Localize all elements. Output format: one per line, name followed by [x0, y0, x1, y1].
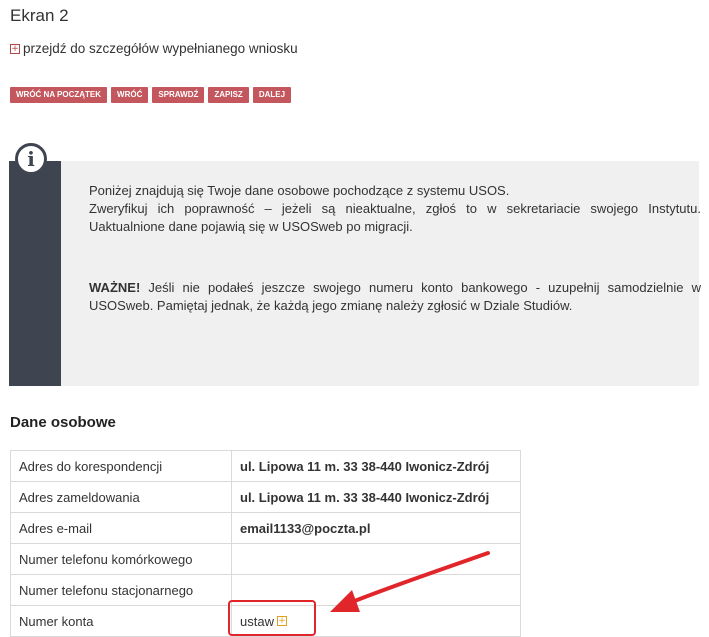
table-row: Adres do korespondencji ul. Lipowa 11 m.…	[10, 450, 521, 482]
info-panel: i Poniżej znajdują się Twoje dane osobow…	[9, 143, 701, 386]
row-label: Numer telefonu komórkowego	[10, 543, 232, 575]
navigation-buttons: WRÓĆ NA POCZĄTEK WRÓĆ SPRAWDŹ ZAPISZ DAL…	[10, 87, 292, 103]
back-to-start-button[interactable]: WRÓĆ NA POCZĄTEK	[10, 87, 108, 103]
row-value: ul. Lipowa 11 m. 33 38-440 Iwonicz-Zdrój	[231, 450, 521, 482]
table-row: Adres zameldowania ul. Lipowa 11 m. 33 3…	[10, 481, 521, 513]
row-label: Numer konta	[10, 605, 232, 637]
info-line-1: Poniżej znajdują się Twoje dane osobowe …	[89, 183, 510, 198]
page-title: Ekran 2	[10, 6, 69, 25]
info-line-2: Zweryfikuj ich poprawność – jeżeli są ni…	[89, 201, 701, 234]
table-row: Numer telefonu komórkowego	[10, 543, 521, 575]
section-title: Dane osobowe	[10, 414, 116, 431]
table-row: Adres e-mail email1133@poczta.pl	[10, 512, 521, 544]
plus-square-icon[interactable]: +	[10, 43, 20, 54]
info-text: Poniżej znajdują się Twoje dane osobowe …	[89, 182, 701, 315]
row-value: email1133@poczta.pl	[231, 512, 521, 544]
info-icon: i	[15, 143, 47, 175]
save-button[interactable]: ZAPISZ	[208, 87, 249, 103]
details-link[interactable]: + przejdź do szczegółów wypełnianego wni…	[10, 41, 298, 56]
warning-label: WAŻNE!	[89, 280, 141, 295]
row-value	[231, 543, 521, 575]
row-label: Adres e-mail	[10, 512, 232, 544]
back-button[interactable]: WRÓĆ	[111, 87, 149, 103]
row-value: ul. Lipowa 11 m. 33 38-440 Iwonicz-Zdrój	[231, 481, 521, 513]
check-button[interactable]: SPRAWDŹ	[152, 87, 205, 103]
row-label: Adres do korespondencji	[10, 450, 232, 482]
warning-text: Jeśli nie podałeś jeszcze swojego numeru…	[89, 280, 701, 313]
row-label: Numer telefonu stacjonarnego	[10, 574, 232, 606]
info-warning: WAŻNE! Jeśli nie podałeś jeszcze swojego…	[89, 279, 701, 315]
details-link-label[interactable]: przejdź do szczegółów wypełnianego wnios…	[23, 41, 298, 56]
info-sidebar: i	[9, 143, 61, 386]
next-button[interactable]: DALEJ	[252, 87, 292, 103]
row-label: Adres zameldowania	[10, 481, 232, 513]
